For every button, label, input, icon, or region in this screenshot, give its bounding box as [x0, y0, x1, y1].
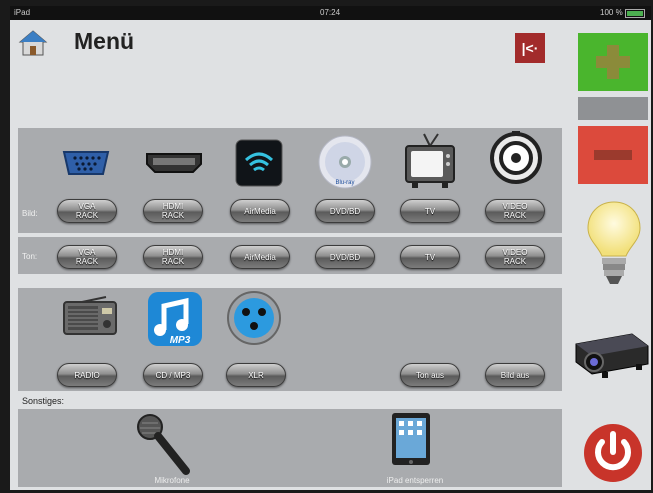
power-icon[interactable]	[582, 422, 644, 484]
projector-icon[interactable]	[572, 324, 650, 382]
xlr-label: XLR	[248, 370, 264, 380]
xlr-connector-icon	[227, 291, 281, 345]
bild-vga-rack-button[interactable]: VGA RACK	[57, 199, 117, 223]
radio-icon	[63, 296, 117, 335]
volume-level-bar	[578, 97, 648, 120]
bild-tv-button[interactable]: TV	[400, 199, 460, 223]
radio-label: RADIO	[74, 370, 100, 380]
battery-icon	[625, 9, 645, 18]
svg-text:Blu-ray: Blu-ray	[335, 180, 354, 186]
ton-airmedia-button[interactable]: AirMedia	[230, 245, 290, 269]
lightbulb-icon[interactable]	[584, 198, 644, 290]
cd-mp3-button[interactable]: CD / MP3	[143, 363, 203, 387]
bild-vga-rack-label: VGA RACK	[75, 202, 99, 220]
bild-hdmi-rack-button[interactable]: HDMI RACK	[143, 199, 203, 223]
bild-hdmi-rack-label: HDMI RACK	[161, 202, 185, 220]
airmedia-icon	[235, 139, 283, 187]
battery-text: 100 %	[600, 8, 623, 17]
page-title: Menü	[74, 28, 135, 54]
bild-dvdbd-button[interactable]: DVD/BD	[315, 199, 375, 223]
ipad-screen: iPad 07:24 100 % Menü |<· Bild: Blu-ray …	[10, 6, 651, 490]
bild-aus-button[interactable]: Bild aus	[485, 363, 545, 387]
bild-aus-label: Bild aus	[500, 370, 530, 380]
ton-hdmi-rack-label: HDMI RACK	[161, 248, 185, 266]
mikrofone-label: Mikrofone	[154, 476, 190, 485]
volume-up-button[interactable]	[578, 33, 648, 91]
volume-down-button[interactable]	[578, 126, 648, 184]
ton-airmedia-label: AirMedia	[244, 252, 276, 262]
ton-dvdbd-button[interactable]: DVD/BD	[315, 245, 375, 269]
ton-hdmi-rack-button[interactable]: HDMI RACK	[143, 245, 203, 269]
mp3-icon: MP3	[148, 292, 202, 346]
xlr-button[interactable]: XLR	[226, 363, 286, 387]
bild-video-rack-button[interactable]: VIDEO RACK	[485, 199, 545, 223]
status-bar: iPad 07:24 100 %	[10, 6, 651, 20]
home-icon[interactable]	[18, 28, 48, 58]
mp3-text: MP3	[170, 335, 191, 346]
sonstiges-panel	[18, 409, 562, 487]
ton-aus-button[interactable]: Ton aus	[400, 363, 460, 387]
ton-label: Ton:	[22, 252, 38, 261]
dvd-disc-icon: Blu-ray	[318, 135, 372, 189]
ton-vga-rack-button[interactable]: VGA RACK	[57, 245, 117, 269]
bnc-connector-icon	[490, 131, 542, 184]
clock: 07:24	[320, 8, 341, 17]
ton-video-rack-label: VIDEO RACK	[502, 248, 528, 266]
tv-icon	[405, 133, 455, 188]
ton-tv-label: TV	[424, 252, 436, 262]
ipad-icon[interactable]	[390, 411, 432, 469]
ton-tv-button[interactable]: TV	[400, 245, 460, 269]
minus-icon	[594, 150, 632, 160]
ton-vga-rack-label: VGA RACK	[75, 248, 99, 266]
ton-dvdbd-label: DVD/BD	[329, 252, 361, 262]
bild-label: Bild:	[22, 209, 38, 218]
hdmi-connector-icon	[146, 153, 202, 173]
bild-airmedia-button[interactable]: AirMedia	[230, 199, 290, 223]
microphone-icon[interactable]	[134, 411, 194, 477]
cd-mp3-label: CD / MP3	[155, 370, 191, 380]
back-icon[interactable]: |<·	[515, 33, 545, 63]
plus-icon	[596, 45, 630, 79]
ipad-entsperren-label: iPad entsperren	[386, 476, 444, 485]
bild-dvdbd-label: DVD/BD	[329, 206, 361, 216]
radio-button[interactable]: RADIO	[57, 363, 117, 387]
sonstiges-label: Sonstiges:	[22, 396, 65, 406]
bild-tv-label: TV	[424, 206, 436, 216]
bild-video-rack-label: VIDEO RACK	[502, 202, 528, 220]
vga-connector-icon	[62, 151, 110, 175]
ton-aus-label: Ton aus	[415, 370, 445, 380]
device-name: iPad	[14, 8, 31, 17]
ton-video-rack-button[interactable]: VIDEO RACK	[485, 245, 545, 269]
bild-airmedia-label: AirMedia	[244, 206, 276, 216]
